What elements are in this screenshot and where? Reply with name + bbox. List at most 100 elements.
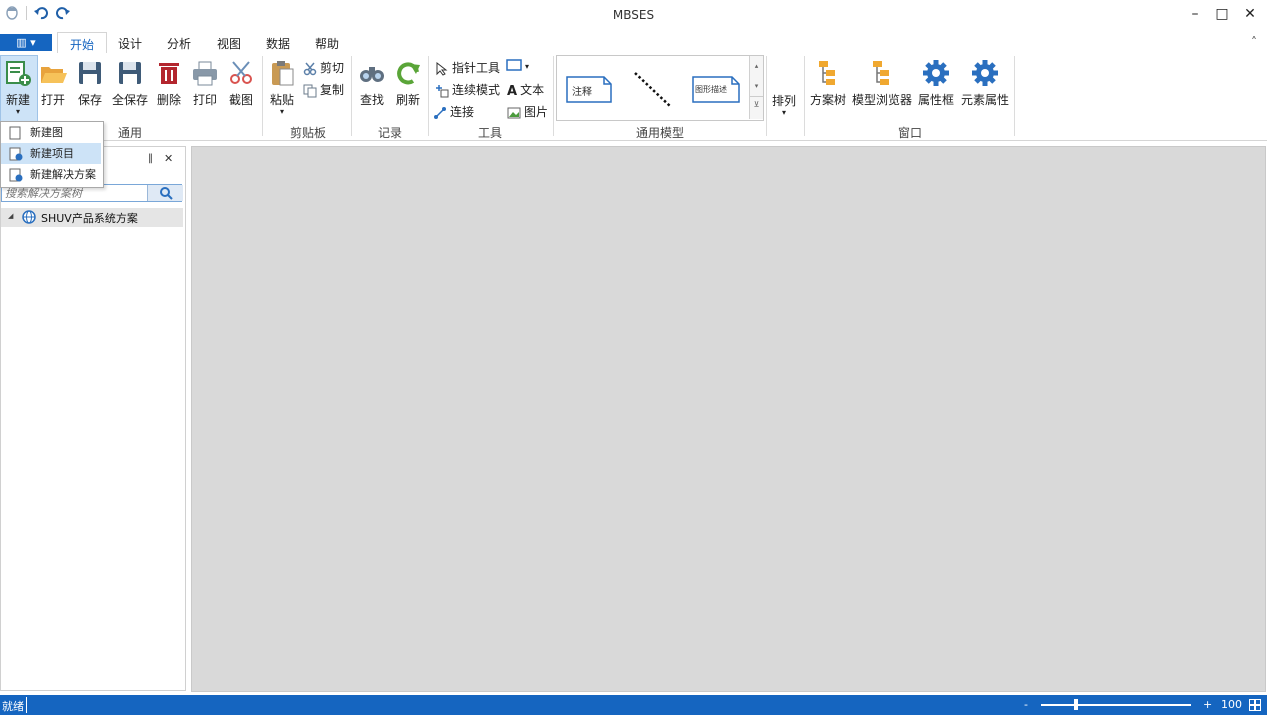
tree-root-item[interactable]: SHUV产品系统方案 xyxy=(41,210,138,226)
continuous-mode-label: 连续模式 xyxy=(452,83,501,97)
diagram-canvas[interactable] xyxy=(191,146,1266,692)
zoom-level: 100 xyxy=(1221,698,1242,711)
delete-button[interactable]: 删除 xyxy=(152,53,186,108)
tab-data[interactable]: 数据 xyxy=(266,35,290,52)
new-doc-icon xyxy=(4,59,32,87)
gallery-note-item[interactable]: 注释 xyxy=(566,76,612,103)
shape-select-button[interactable]: ▾ xyxy=(506,58,529,73)
gallery-scroll-up-icon[interactable]: ▴ xyxy=(750,56,763,76)
gallery-scroll-down-icon[interactable]: ▾ xyxy=(750,76,763,96)
dropdown-item-new-project[interactable]: 新建项目 xyxy=(1,143,101,164)
rectangle-shape-icon xyxy=(506,58,522,73)
ribbon-separator xyxy=(553,56,554,136)
ribbon-separator xyxy=(1014,56,1015,136)
minimize-button[interactable]: – xyxy=(1181,4,1209,24)
zoom-slider-thumb[interactable] xyxy=(1074,699,1078,710)
new-button[interactable]: 新建 ▾ xyxy=(1,53,35,116)
copy-button[interactable]: 复制 xyxy=(303,81,344,98)
gallery-scrollbar[interactable]: ▴ ▾ ⊻ xyxy=(749,56,763,119)
find-label: 查找 xyxy=(359,93,384,107)
dropdown-item-label: 新建图 xyxy=(30,126,63,139)
gallery-graphic-desc-label: 图形描述 xyxy=(695,85,727,94)
print-button[interactable]: 打印 xyxy=(188,53,222,108)
search-icon xyxy=(159,187,173,200)
gallery-graphic-desc-item[interactable]: 图形描述 xyxy=(692,76,740,103)
delete-label: 删除 xyxy=(156,93,181,107)
close-button[interactable]: ✕ xyxy=(1236,4,1264,24)
model-browser-label: 模型浏览器 xyxy=(851,93,912,107)
paste-label: 粘贴 xyxy=(269,93,294,107)
open-button[interactable]: 打开 xyxy=(36,53,70,108)
continuous-mode-button[interactable]: 连续模式 xyxy=(435,81,500,98)
tab-help[interactable]: 帮助 xyxy=(315,35,339,52)
save-all-icon xyxy=(116,59,144,87)
dropdown-item-new-diagram[interactable]: 新建图 xyxy=(1,122,101,143)
image-button[interactable]: 图片 xyxy=(507,103,548,120)
text-a-icon: A xyxy=(507,83,518,99)
ribbon-separator xyxy=(262,56,263,136)
cut-button[interactable]: 剪切 xyxy=(303,59,344,76)
save-button[interactable]: 保存 xyxy=(73,53,107,108)
trash-icon xyxy=(155,59,183,87)
fit-page-icon[interactable] xyxy=(1249,699,1261,714)
solution-panel xyxy=(0,146,186,691)
save-all-button[interactable]: 全保存 xyxy=(111,53,149,108)
group-record-label: 记录 xyxy=(377,126,402,140)
property-box-button[interactable]: 属性框 xyxy=(916,53,956,108)
tree-hierarchy-icon xyxy=(814,59,842,87)
find-button[interactable]: 查找 xyxy=(355,53,389,108)
arrange-dropdown-arrow-icon: ▾ xyxy=(781,108,786,117)
gallery-expand-icon[interactable]: ⊻ xyxy=(750,96,763,113)
gear-icon xyxy=(971,59,999,87)
pointer-icon xyxy=(435,61,449,76)
zoom-in-button[interactable]: + xyxy=(1203,698,1212,711)
copy-icon xyxy=(303,84,317,98)
screenshot-button[interactable]: 截图 xyxy=(224,53,258,108)
refresh-icon xyxy=(394,59,422,87)
clipboard-icon xyxy=(268,59,296,87)
arrange-button[interactable]: 排列 ▾ xyxy=(771,92,797,117)
element-property-button[interactable]: 元素属性 xyxy=(960,53,1010,108)
scissors-icon xyxy=(227,59,255,87)
refresh-button[interactable]: 刷新 xyxy=(391,53,425,108)
tab-design[interactable]: 设计 xyxy=(118,35,142,52)
tree-expand-icon[interactable]: ◢ xyxy=(8,212,13,220)
new-solution-icon xyxy=(9,168,23,189)
zoom-slider-track[interactable] xyxy=(1041,704,1191,706)
window-title: MBSES xyxy=(612,8,655,22)
collapse-ribbon-button[interactable]: ˄ xyxy=(1251,35,1257,49)
dropdown-item-new-solution[interactable]: 新建解决方案 xyxy=(1,164,101,185)
paste-button[interactable]: 粘贴 ▾ xyxy=(265,53,299,116)
ribbon-separator xyxy=(804,56,805,136)
pointer-tool-button[interactable]: 指针工具 xyxy=(435,59,500,76)
text-label: 文本 xyxy=(520,83,545,97)
pin-icon[interactable]: ‖ xyxy=(148,153,153,164)
search-button[interactable] xyxy=(147,185,183,201)
panel-close-button[interactable]: ✕ xyxy=(164,152,173,165)
gallery-dotted-line-item[interactable] xyxy=(632,70,674,110)
status-text: 就绪 xyxy=(2,700,24,713)
group-clipboard-label: 剪贴板 xyxy=(289,126,326,140)
tab-view[interactable]: 视图 xyxy=(217,35,241,52)
save-label: 保存 xyxy=(77,93,102,107)
folder-icon xyxy=(39,59,67,87)
maximize-button[interactable]: □ xyxy=(1208,4,1236,24)
paste-dropdown-arrow-icon: ▾ xyxy=(279,107,284,116)
connect-button[interactable]: 连接 xyxy=(433,103,474,120)
model-browser-button[interactable]: 模型浏览器 xyxy=(851,53,913,108)
status-divider xyxy=(26,697,27,713)
print-label: 打印 xyxy=(192,93,217,107)
solution-tree-label: 方案树 xyxy=(809,93,846,107)
text-button[interactable]: A 文本 xyxy=(507,81,545,99)
refresh-label: 刷新 xyxy=(395,93,420,107)
cut-icon xyxy=(303,62,317,76)
solution-tree-button[interactable]: 方案树 xyxy=(808,53,848,108)
image-label: 图片 xyxy=(524,105,549,119)
save-all-label: 全保存 xyxy=(111,93,148,107)
globe-icon xyxy=(22,210,36,227)
zoom-out-button[interactable]: - xyxy=(1024,698,1028,711)
dropdown-item-label: 新建项目 xyxy=(30,147,74,160)
file-menu-button[interactable]: ▥ ▾ xyxy=(0,34,52,51)
tab-analysis[interactable]: 分析 xyxy=(167,35,191,52)
ribbon-separator xyxy=(428,56,429,136)
